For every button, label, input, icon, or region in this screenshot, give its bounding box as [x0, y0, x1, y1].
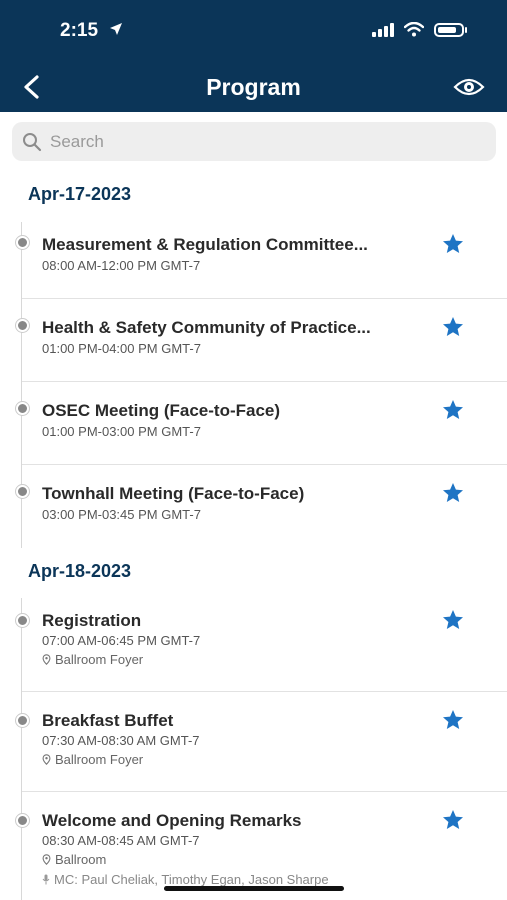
session-title: Breakfast Buffet [42, 711, 174, 730]
timeline-dot [16, 236, 29, 249]
session-time: 07:00 AM-06:45 PM GMT-7 [42, 633, 201, 648]
timeline-dot [16, 402, 29, 415]
divider [22, 791, 507, 792]
wifi-icon [404, 22, 424, 37]
divider [22, 691, 507, 692]
location-pin-icon [42, 754, 51, 765]
timeline-dot [16, 714, 29, 727]
session-location-label: Ballroom Foyer [55, 652, 144, 667]
star-icon[interactable] [441, 481, 465, 505]
session-time: 01:00 PM-03:00 PM GMT-7 [42, 424, 201, 439]
session-title: Health & Safety Community of Practice... [42, 318, 371, 337]
timeline-dot [16, 319, 29, 332]
page-title: Program [206, 74, 301, 100]
status-time-label: 2:15 [60, 20, 99, 41]
divider [22, 464, 507, 465]
divider [22, 298, 507, 299]
date-header: Apr-17-2023 [28, 184, 132, 204]
session-item[interactable]: OSEC Meeting (Face-to-Face) 01:00 PM-03:… [0, 388, 507, 465]
session-item[interactable]: Welcome and Opening Remarks 08:30 AM-08:… [0, 798, 507, 900]
search-icon [23, 132, 42, 151]
session-title: OSEC Meeting (Face-to-Face) [42, 401, 281, 420]
timeline-dot [16, 814, 29, 827]
session-location: Ballroom Foyer [42, 752, 143, 767]
session-time: 08:30 AM-08:45 AM GMT-7 [42, 833, 200, 848]
status-time: 2:15 [60, 20, 123, 42]
microphone-icon [42, 874, 50, 885]
session-time: 08:00 AM-12:00 PM GMT-7 [42, 258, 201, 273]
search-input-placeholder[interactable]: Search [50, 132, 104, 152]
session-speakers-label: MC: Paul Cheliak, Timothy Egan, Jason Sh… [54, 872, 329, 887]
date-header: Apr-18-2023 [28, 561, 132, 581]
timeline-dot [16, 485, 29, 498]
star-icon[interactable] [441, 232, 465, 256]
session-item[interactable]: Townhall Meeting (Face-to-Face) 03:00 PM… [0, 471, 507, 548]
star-icon[interactable] [441, 608, 465, 632]
session-item[interactable]: Health & Safety Community of Practice...… [0, 305, 507, 382]
battery-icon [434, 22, 467, 37]
session-item[interactable]: Registration 07:00 AM-06:45 PM GMT-7 Bal… [0, 598, 507, 691]
session-location-label: Ballroom [55, 852, 107, 867]
session-time: 01:00 PM-04:00 PM GMT-7 [42, 341, 201, 356]
session-title: Welcome and Opening Remarks [42, 811, 302, 830]
star-icon[interactable] [441, 398, 465, 422]
session-time: 07:30 AM-08:30 AM GMT-7 [42, 733, 200, 748]
timeline-dot [16, 614, 29, 627]
home-indicator[interactable] [164, 886, 344, 891]
session-title: Measurement & Regulation Committee... [42, 235, 368, 254]
session-title: Registration [42, 611, 142, 630]
search-bar[interactable]: Search [12, 122, 496, 161]
session-location-label: Ballroom Foyer [55, 752, 144, 767]
star-icon[interactable] [441, 808, 465, 832]
status-icons [372, 22, 467, 37]
location-pin-icon [42, 854, 51, 865]
session-time: 03:00 PM-03:45 PM GMT-7 [42, 507, 201, 522]
app-header: 2:15 Program [0, 0, 507, 112]
session-item[interactable]: Measurement & Regulation Committee... 08… [0, 222, 507, 299]
divider [22, 381, 507, 382]
location-pin-icon [42, 654, 51, 665]
session-title: Townhall Meeting (Face-to-Face) [42, 484, 305, 503]
star-icon[interactable] [441, 315, 465, 339]
session-speakers: MC: Paul Cheliak, Timothy Egan, Jason Sh… [42, 872, 329, 887]
session-location: Ballroom Foyer [42, 652, 143, 667]
cellular-signal-icon [372, 22, 394, 37]
session-item[interactable]: Breakfast Buffet 07:30 AM-08:30 AM GMT-7… [0, 698, 507, 791]
session-location: Ballroom [42, 852, 106, 867]
eye-icon[interactable] [453, 74, 485, 100]
location-arrow-icon [109, 22, 123, 40]
star-icon[interactable] [441, 708, 465, 732]
